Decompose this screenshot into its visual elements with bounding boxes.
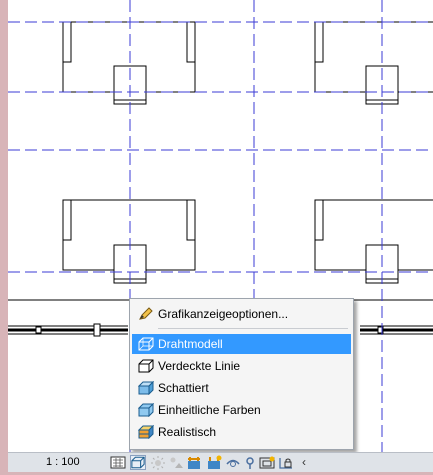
menu-item-wireframe[interactable]: Drahtmodell (132, 334, 351, 354)
desk-group-middle-left (62, 199, 196, 284)
shadows-icon[interactable] (168, 455, 184, 470)
menu-item-graphic-display-options[interactable]: Grafikanzeigeoptionen... (132, 304, 351, 324)
view-scale[interactable]: 1 : 100 (46, 456, 80, 468)
wireframe-cube-icon (138, 337, 154, 351)
view-control-bar: 1 : 100 ‹ (8, 452, 433, 472)
menu-item-label: Realistisch (158, 425, 217, 439)
menu-item-label: Einheitliche Farben (158, 403, 261, 417)
pencil-icon (138, 307, 154, 321)
hidden-line-cube-icon (138, 359, 154, 373)
desk-group-middle-right (314, 199, 433, 284)
menu-item-consistent-colors[interactable]: Einheitliche Farben (132, 400, 351, 420)
realistic-cube-icon (137, 424, 155, 440)
lock-3d-icon[interactable] (278, 455, 294, 470)
sun-path-icon[interactable] (150, 455, 166, 470)
visual-style-menu: Grafikanzeigeoptionen... Drahtmodell Ver… (129, 298, 354, 450)
menu-item-hidden-line[interactable]: Verdeckte Linie (132, 356, 351, 376)
shaded-cube-icon (137, 380, 155, 396)
menu-item-label: Verdeckte Linie (158, 359, 241, 373)
collapse-arrow-icon[interactable]: ‹ (296, 455, 312, 470)
menu-item-label: Drahtmodell (158, 337, 223, 351)
menu-item-realistic[interactable]: Realistisch (132, 422, 351, 442)
reveal-hidden-icon[interactable] (242, 455, 258, 470)
temporary-hide-icon[interactable] (225, 455, 241, 470)
show-crop-icon[interactable] (206, 455, 222, 470)
visual-style-icon[interactable] (130, 455, 146, 470)
analysis-icon[interactable] (259, 455, 275, 470)
menu-item-label: Grafikanzeigeoptionen... (158, 307, 289, 321)
crop-view-icon[interactable] (186, 455, 202, 470)
menu-item-shaded[interactable]: Schattiert (132, 378, 351, 398)
menu-item-label: Schattiert (158, 381, 209, 395)
menu-separator (158, 328, 348, 329)
detail-level-icon[interactable] (110, 455, 126, 470)
consistent-colors-cube-icon (137, 402, 155, 418)
